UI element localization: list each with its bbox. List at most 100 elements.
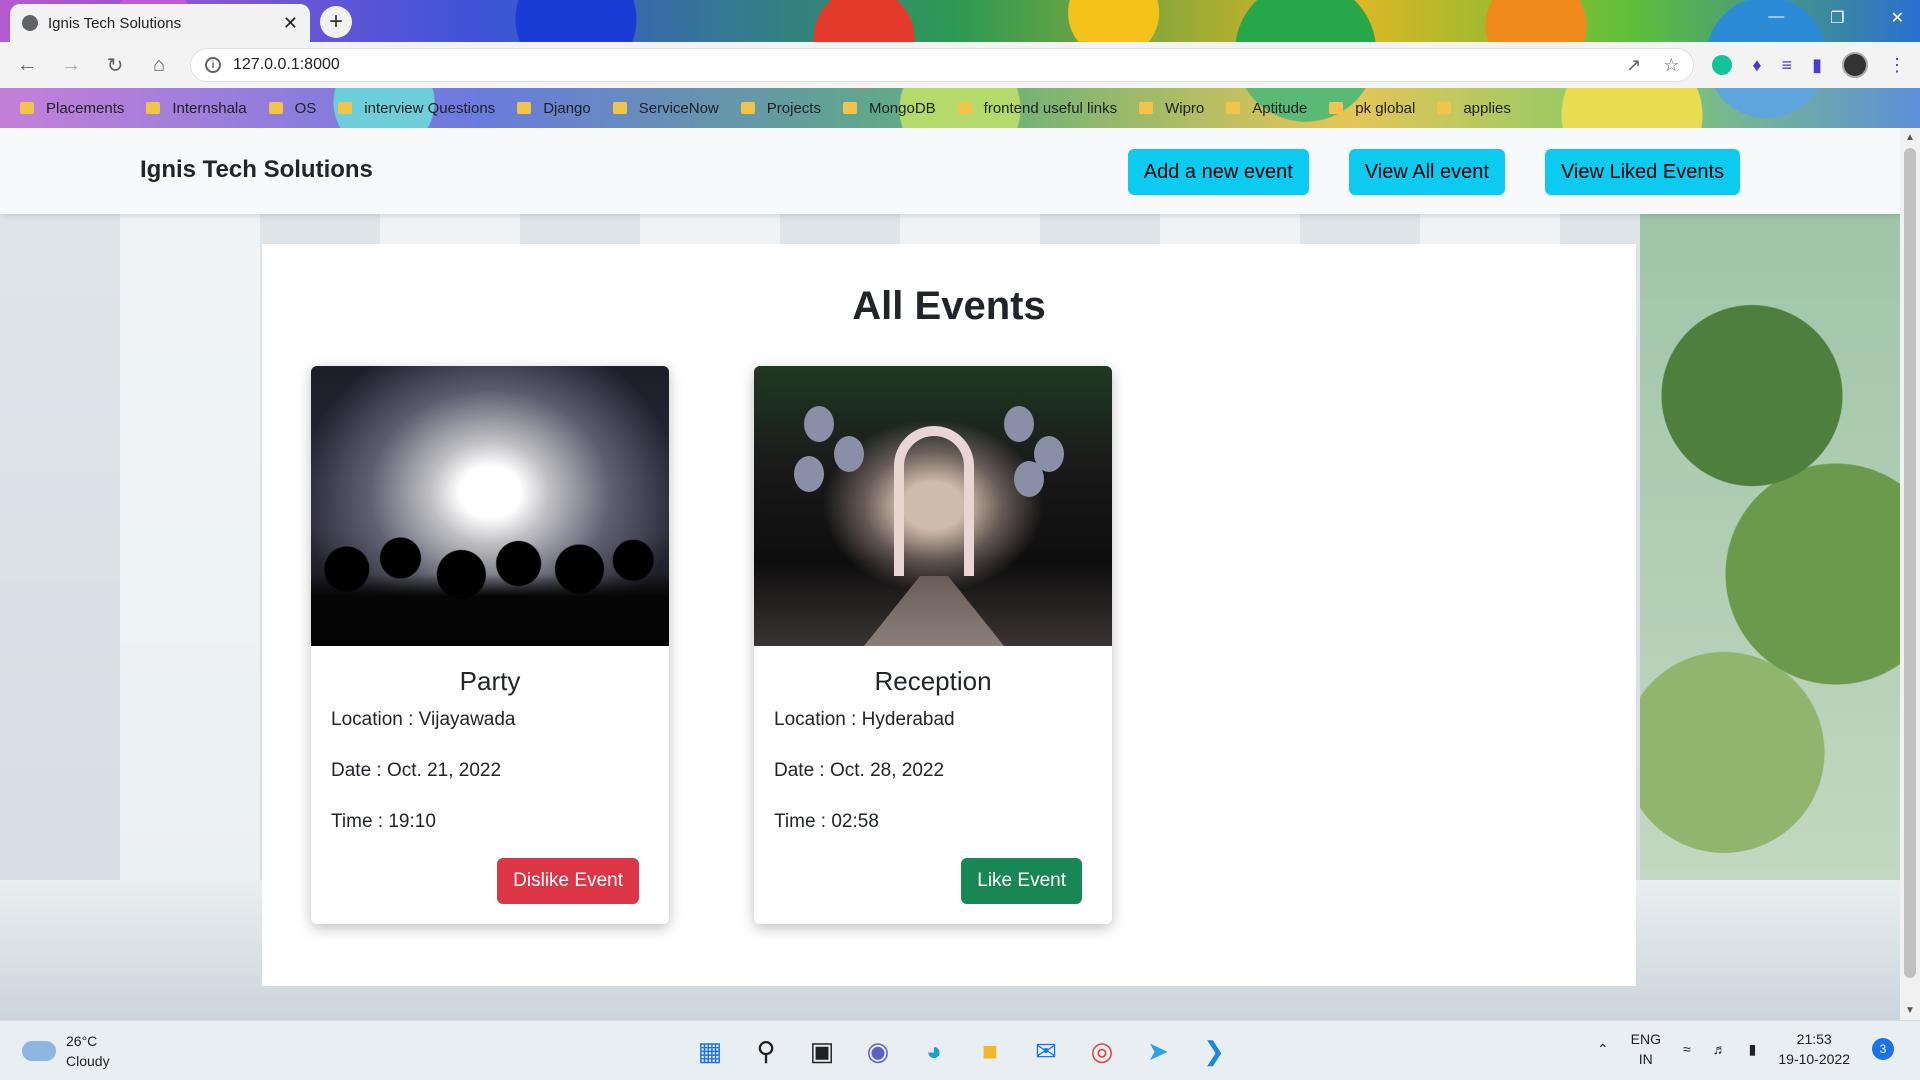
mail-icon[interactable]: ✉ [1026, 1031, 1066, 1071]
bookmark-item[interactable]: Django [517, 100, 591, 117]
folder-icon [338, 102, 353, 114]
event-time: Time : 02:58 [774, 811, 879, 832]
wifi-icon[interactable]: ≈ [1683, 1041, 1691, 1057]
reload-icon[interactable]: ↻ [102, 53, 128, 78]
vscode-icon[interactable]: ❯ [1194, 1031, 1234, 1071]
event-date: Date : Oct. 21, 2022 [331, 760, 502, 781]
edge-icon[interactable]: ◕ [914, 1031, 954, 1071]
scroll-thumb[interactable] [1904, 148, 1916, 978]
taskbar-apps: ▦ ⚲ ▣ ◉ ◕ ■ ✉ ◎ ➤ ❯ [690, 1031, 1234, 1071]
maximize-icon[interactable]: ❐ [1830, 8, 1844, 28]
folder-icon [1329, 102, 1344, 114]
close-window-icon[interactable]: ✕ [1891, 8, 1904, 28]
bookmark-item[interactable]: interview Questions [338, 100, 495, 117]
close-icon[interactable]: ✕ [283, 13, 298, 34]
event-image [311, 366, 669, 646]
event-location: Location : Vijayawada [331, 709, 516, 730]
profile-avatar[interactable] [1842, 52, 1868, 78]
event-card: Party Location : Vijayawada Date : Oct. … [311, 366, 669, 924]
tab-title: Ignis Tech Solutions [48, 14, 182, 32]
view-all-events-button[interactable]: View All event [1348, 149, 1505, 195]
scroll-up-icon[interactable]: ▲ [1900, 132, 1920, 143]
folder-icon [842, 102, 857, 114]
bookmarks-bar: Placements Internshala OS interview Ques… [0, 88, 1920, 128]
dislike-event-button[interactable]: Dislike Event [497, 858, 639, 904]
task-view-icon[interactable]: ▣ [802, 1031, 842, 1071]
temperature: 26°C [66, 1033, 98, 1049]
folder-icon [612, 102, 627, 114]
cloud-icon [22, 1041, 56, 1061]
add-event-button[interactable]: Add a new event [1127, 149, 1309, 195]
event-name: Party [459, 666, 521, 696]
event-time: Time : 19:10 [331, 811, 436, 832]
like-event-button[interactable]: Like Event [961, 858, 1082, 904]
volume-icon[interactable]: ♬ [1713, 1041, 1727, 1057]
url-text[interactable]: 127.0.0.1:8000 [233, 56, 1614, 74]
globe-icon [22, 15, 38, 31]
scroll-down-icon[interactable]: ▼ [1900, 1005, 1920, 1016]
site-navbar: Ignis Tech Solutions Add a new event Vie… [0, 128, 1900, 214]
weather-condition: Cloudy [66, 1053, 110, 1069]
folder-icon [268, 102, 283, 114]
star-icon[interactable]: ☆ [1663, 55, 1679, 76]
view-liked-events-button[interactable]: View Liked Events [1544, 149, 1740, 195]
windows-start-icon[interactable]: ▦ [690, 1031, 730, 1071]
bookmark-item[interactable]: frontend useful links [957, 100, 1117, 117]
folder-icon [957, 102, 972, 114]
info-icon[interactable]: i [205, 57, 221, 73]
bookmark-item[interactable]: Projects [740, 100, 821, 117]
folder-icon [1437, 102, 1452, 114]
page-title: All Events [852, 284, 1046, 328]
bookmark-item[interactable]: Internshala [146, 100, 247, 117]
file-explorer-icon[interactable]: ■ [970, 1031, 1010, 1071]
bookmark-item[interactable]: applies [1437, 100, 1511, 117]
telegram-icon[interactable]: ➤ [1138, 1031, 1178, 1071]
menu-icon[interactable]: ⋮ [1888, 55, 1906, 76]
event-location: Location : Hyderabad [774, 709, 955, 730]
chrome-icon[interactable]: ◎ [1082, 1031, 1122, 1071]
notification-badge[interactable]: 3 [1872, 1038, 1894, 1060]
bookmark-item[interactable]: ServiceNow [612, 100, 719, 117]
clock[interactable]: 21:53 19-10-2022 [1778, 1029, 1850, 1069]
bookmark-item[interactable]: Aptitude [1226, 100, 1307, 117]
share-icon[interactable]: ↗ [1626, 55, 1641, 76]
browser-tab[interactable]: Ignis Tech Solutions ✕ [10, 4, 310, 42]
browser-toolbar: ← → ↻ ⌂ i 127.0.0.1:8000 ↗ ☆ ♦ ≡ ▮ ⋮ [0, 42, 1920, 88]
forward-icon[interactable]: → [58, 54, 84, 77]
web-page: Ignis Tech Solutions Add a new event Vie… [0, 128, 1920, 1020]
folder-icon [20, 102, 34, 114]
battery-icon[interactable]: ▮ [1749, 1041, 1757, 1058]
page-scrollbar[interactable]: ▲ ▼ [1900, 128, 1920, 1020]
back-icon[interactable]: ← [14, 54, 40, 77]
teams-chat-icon[interactable]: ◉ [858, 1031, 898, 1071]
new-tab-button[interactable]: + [320, 6, 352, 38]
folder-icon [517, 102, 532, 114]
bookmark-item[interactable]: Wipro [1139, 100, 1204, 117]
event-image [754, 366, 1112, 646]
event-date: Date : Oct. 28, 2022 [774, 760, 945, 781]
bookmark-item[interactable]: pk global [1329, 100, 1415, 117]
chevron-up-icon[interactable]: ⌃ [1597, 1041, 1609, 1058]
minimize-icon[interactable]: — [1768, 8, 1784, 28]
event-name: Reception [874, 666, 992, 696]
folder-icon [146, 102, 161, 114]
weather-widget[interactable]: 26°C Cloudy [22, 1031, 110, 1071]
extensions-area: ♦ ≡ ▮ ⋮ [1712, 52, 1906, 78]
folder-icon [740, 102, 755, 114]
side-panel-icon[interactable]: ▮ [1812, 55, 1822, 76]
reading-list-icon[interactable]: ≡ [1782, 55, 1793, 76]
bookmark-item[interactable]: MongoDB [842, 100, 936, 117]
windows-taskbar: 26°C Cloudy ▦ ⚲ ▣ ◉ ◕ ■ ✉ ◎ ➤ ❯ ⌃ ENG IN… [0, 1020, 1920, 1080]
grammarly-icon[interactable] [1712, 55, 1733, 75]
site-brand[interactable]: Ignis Tech Solutions [140, 156, 373, 184]
window-controls: — ❐ ✕ [1768, 8, 1904, 28]
language-indicator[interactable]: ENG IN [1631, 1029, 1661, 1069]
bookmark-item[interactable]: OS [268, 100, 316, 117]
system-tray: ⌃ ENG IN ≈ ♬ ▮ 21:53 19-10-2022 3 [1597, 1029, 1894, 1069]
search-icon[interactable]: ⚲ [746, 1031, 786, 1071]
events-container: All Events Party Location : Vijayawada D… [262, 244, 1636, 986]
home-icon[interactable]: ⌂ [146, 54, 172, 77]
address-bar[interactable]: i 127.0.0.1:8000 ↗ ☆ [190, 48, 1695, 82]
puzzle-icon[interactable]: ♦ [1752, 55, 1761, 76]
bookmark-item[interactable]: Placements [20, 100, 124, 117]
